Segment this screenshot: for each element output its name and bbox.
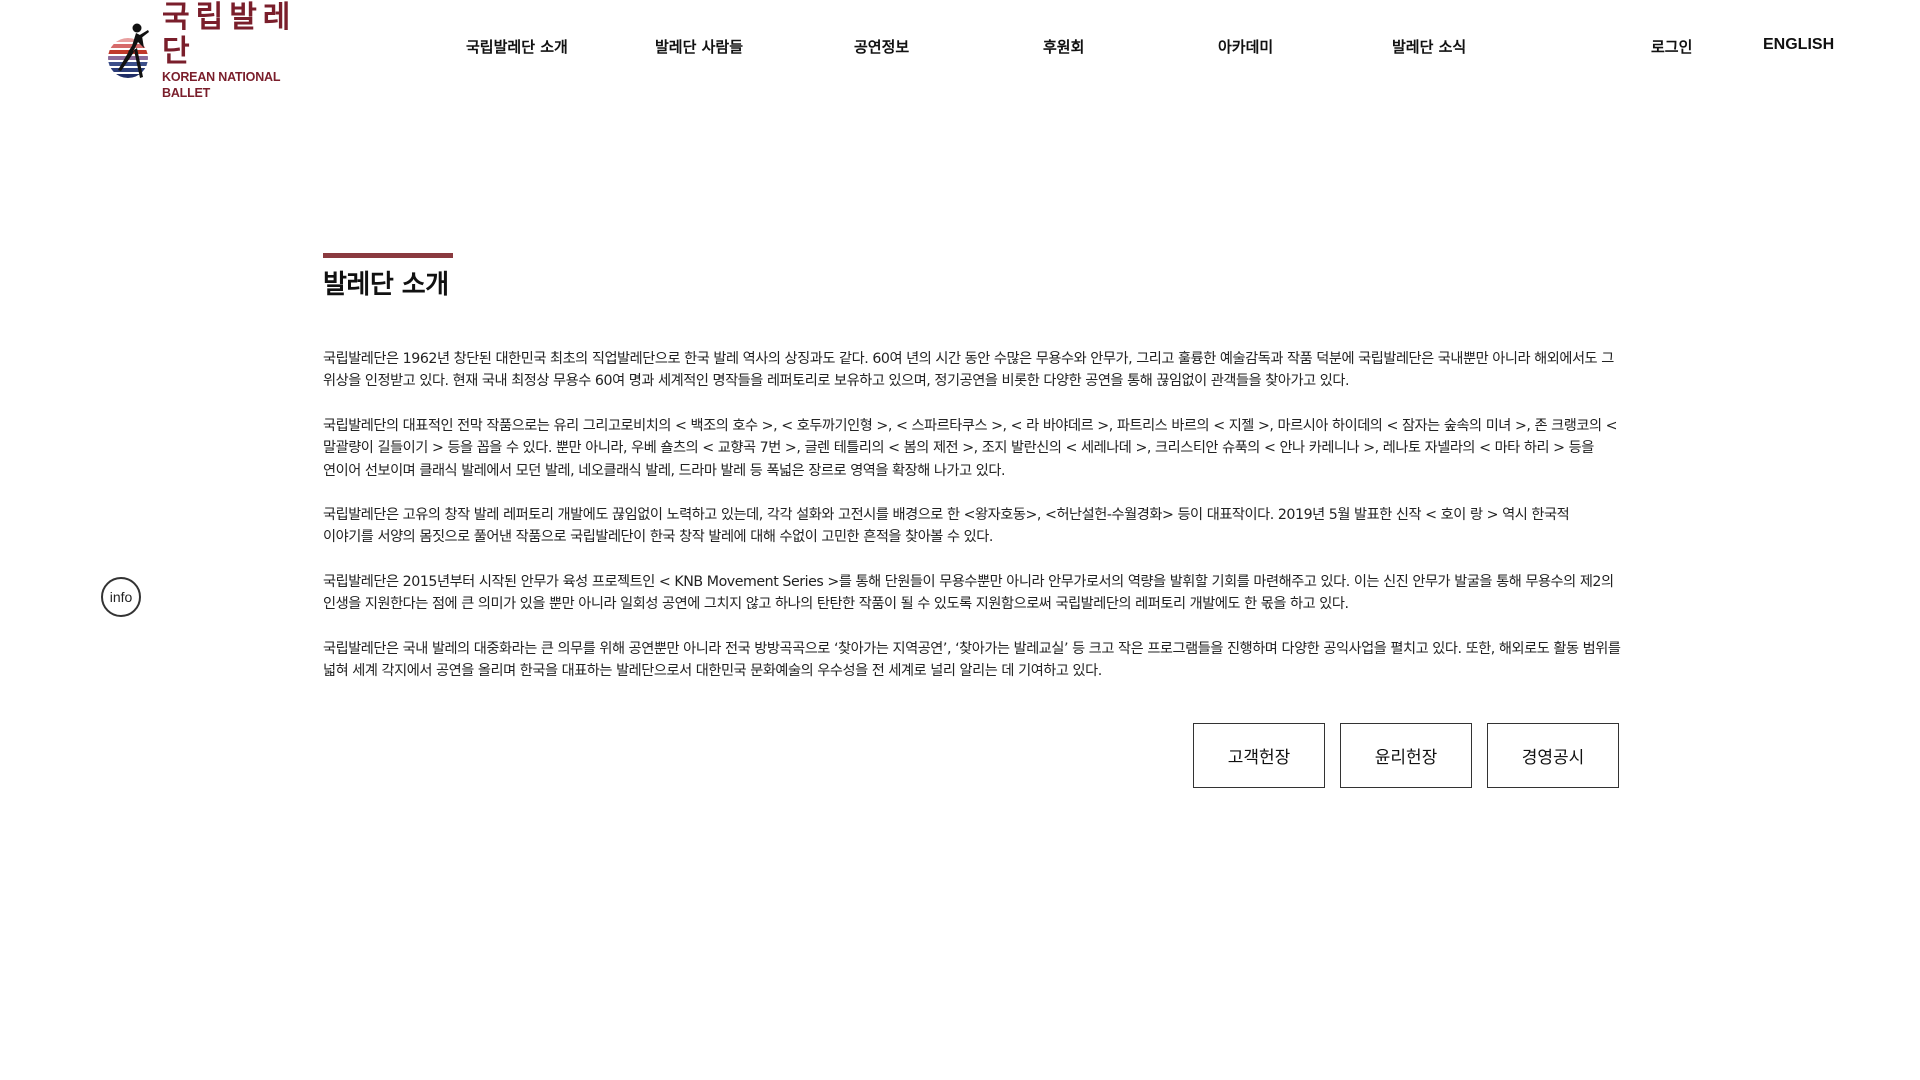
intro-paragraph-2: 국립발레단의 대표적인 전막 작품으로는 유리 그리고로비치의 < 백조의 호수… — [323, 417, 1618, 479]
nav-item-news[interactable]: 발레단 소식 — [1392, 36, 1466, 57]
intro-content: 국립발레단은 1962년 창단된 대한민국 최초의 직업발레단으로 한국 발레 … — [323, 348, 1623, 704]
nav-item-academy[interactable]: 아카데미 — [1218, 36, 1273, 57]
english-link[interactable]: ENGLISH — [1763, 36, 1834, 54]
intro-paragraph-4: 국립발레단은 2015년부터 시작된 안무가 육성 프로젝트인 < KNB Mo… — [323, 573, 1614, 613]
site-header: 국립발레단 KOREAN NATIONAL BALLET 국립발레단 소개 발레… — [0, 0, 1920, 100]
customer-charter-button[interactable]: 고객헌장 — [1193, 723, 1325, 788]
management-disclosure-button[interactable]: 경영공시 — [1487, 723, 1619, 788]
intro-paragraph-3: 국립발레단은 고유의 창작 발레 레퍼토리 개발에도 끊임없이 노력하고 있는데… — [323, 507, 1570, 546]
ethics-charter-button[interactable]: 윤리헌장 — [1340, 723, 1472, 788]
nav-item-about[interactable]: 국립발레단 소개 — [466, 36, 568, 57]
main-nav: 국립발레단 소개 발레단 사람들 공연정보 후원회 아카데미 발레단 소식 로그… — [0, 36, 1920, 62]
charter-buttons: 고객헌장 윤리헌장 경영공시 — [1193, 723, 1619, 788]
intro-paragraph-1: 국립발레단은 1962년 창단된 대한민국 최초의 직업발레단으로 한국 발레 … — [323, 351, 1614, 390]
page-title: 발레단 소개 — [323, 270, 449, 300]
logo-english-text: KOREAN NATIONAL BALLET — [162, 70, 281, 100]
nav-item-performance[interactable]: 공연정보 — [854, 36, 909, 57]
intro-paragraph-5: 국립발레단은 국내 발레의 대중화라는 큰 의무를 위해 공연뿐만 아니라 전국… — [323, 640, 1621, 680]
nav-item-people[interactable]: 발레단 사람들 — [655, 36, 743, 57]
nav-item-sponsors[interactable]: 후원회 — [1043, 36, 1084, 57]
info-button[interactable]: info — [101, 577, 141, 617]
login-link[interactable]: 로그인 — [1651, 36, 1692, 57]
title-accent-bar — [323, 253, 453, 258]
